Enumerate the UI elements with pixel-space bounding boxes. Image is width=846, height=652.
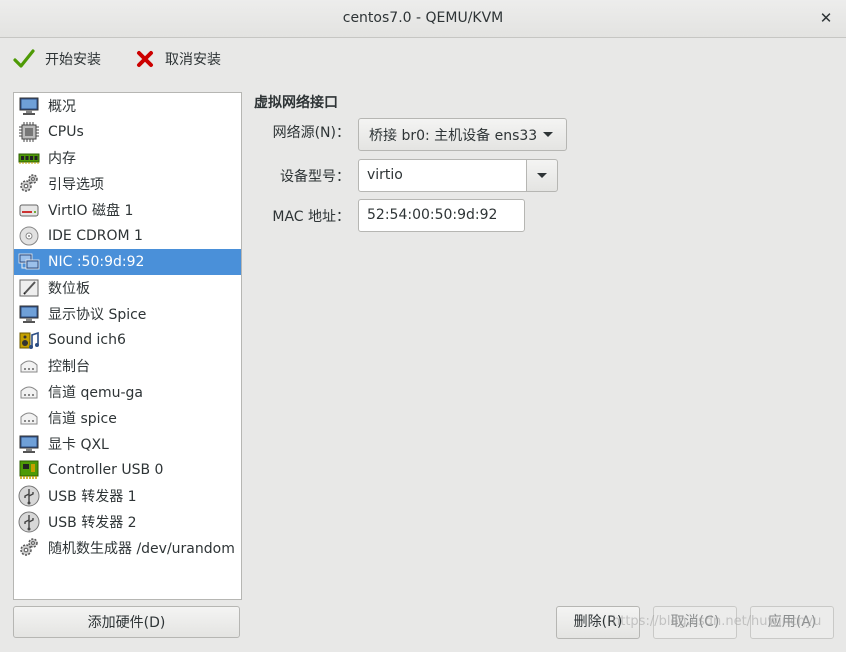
hardware-item-label: 信道 spice — [48, 411, 117, 427]
check-icon — [13, 49, 35, 68]
chevron-down-icon — [537, 173, 547, 178]
begin-install-label: 开始安装 — [45, 52, 101, 68]
mac-address-input[interactable]: 52:54:00:50:9d:92 — [358, 199, 525, 232]
cdrom-icon — [19, 226, 39, 246]
network-source-dropdown[interactable]: 桥接 br0: 主机设备 ens33 — [358, 118, 567, 151]
hardware-item-label: 信道 qemu-ga — [48, 385, 143, 401]
hardware-item-label: 概况 — [48, 99, 76, 115]
network-source-label: 网络源(N)： — [272, 125, 350, 141]
hardware-item-cpus[interactable]: CPUs — [14, 119, 241, 145]
hardware-item-console[interactable]: 控制台 — [14, 353, 241, 379]
pci-card-icon — [19, 460, 39, 479]
hardware-item-label: 随机数生成器 /dev/urandom — [48, 541, 235, 557]
hardware-item-channel-qemu-ga[interactable]: 信道 qemu-ga — [14, 379, 241, 405]
hardware-item-nic[interactable]: NIC :50:9d:92 — [14, 249, 241, 275]
add-hardware-button[interactable]: 添加硬件(D) — [13, 606, 240, 638]
hardware-item-usb-redirector-2[interactable]: USB 转发器 2 — [14, 509, 241, 535]
monitor-icon — [19, 97, 39, 115]
hardware-item-cdrom[interactable]: IDE CDROM 1 — [14, 223, 241, 249]
close-button[interactable]: ✕ — [816, 0, 836, 37]
cancel-install-button[interactable]: 取消安装 — [135, 47, 221, 71]
hardware-item-video[interactable]: 显卡 QXL — [14, 431, 241, 457]
hardware-item-label: Controller USB 0 — [48, 462, 164, 478]
tablet-icon — [19, 279, 39, 297]
hardware-item-label: NIC :50:9d:92 — [48, 254, 145, 270]
hardware-item-display[interactable]: 显示协议 Spice — [14, 301, 241, 327]
usb-icon — [18, 485, 40, 507]
monitor-icon — [19, 435, 39, 453]
hardware-item-label: USB 转发器 1 — [48, 489, 137, 505]
cpu-chip-icon — [19, 122, 39, 142]
hardware-item-usb-redirector-1[interactable]: USB 转发器 1 — [14, 483, 241, 509]
hardware-item-label: IDE CDROM 1 — [48, 228, 143, 244]
window-title: centos7.0 - QEMU/KVM — [342, 10, 504, 26]
hardware-item-label: 引导选项 — [48, 177, 104, 193]
serial-port-icon — [20, 412, 38, 425]
sound-icon — [19, 331, 39, 349]
hardware-item-label: USB 转发器 2 — [48, 515, 137, 531]
device-model-label: 设备型号： — [280, 169, 350, 185]
hardware-item-tablet[interactable]: 数位板 — [14, 275, 241, 301]
usb-icon — [18, 511, 40, 533]
hardware-item-label: 显示协议 Spice — [48, 307, 147, 323]
network-icon — [18, 253, 40, 270]
hardware-item-label: 数位板 — [48, 281, 90, 297]
hardware-item-channel-spice[interactable]: 信道 spice — [14, 405, 241, 431]
hardware-item-overview[interactable]: 概况 — [14, 93, 241, 119]
mac-address-label: MAC 地址： — [272, 209, 350, 225]
title-bar: centos7.0 - QEMU/KVM ✕ — [0, 0, 846, 38]
toolbar: 开始安装 取消安装 — [0, 38, 846, 80]
section-title: 虚拟网络接口 — [254, 95, 338, 111]
hardware-item-controller-usb[interactable]: Controller USB 0 — [14, 457, 241, 483]
hardware-item-label: 控制台 — [48, 359, 90, 375]
hardware-item-label: Sound ich6 — [48, 332, 126, 348]
hardware-item-label: 显卡 QXL — [48, 437, 109, 453]
hardware-list[interactable]: 概况 CPUs 内存 引导选项 VirtIO 磁盘 1 IDE CDROM 1 … — [13, 92, 242, 600]
red-x-icon — [137, 51, 153, 67]
network-source-value: 桥接 br0: 主机设备 ens33 — [369, 127, 538, 144]
gears-icon — [20, 538, 38, 556]
hardware-item-label: CPUs — [48, 124, 84, 140]
hardware-item-label: 内存 — [48, 151, 76, 167]
serial-port-icon — [20, 360, 38, 373]
cancel-install-label: 取消安装 — [165, 52, 221, 68]
hardware-item-rng[interactable]: 随机数生成器 /dev/urandom — [14, 535, 241, 561]
gears-icon — [20, 174, 38, 192]
watermark: https://blog.csdn.net/huwinchyu — [612, 614, 822, 629]
hardware-item-memory[interactable]: 内存 — [14, 145, 241, 171]
monitor-icon — [19, 305, 39, 323]
hardware-item-boot-options[interactable]: 引导选项 — [14, 171, 241, 197]
memory-stick-icon — [18, 153, 40, 164]
hardware-item-virtio-disk[interactable]: VirtIO 磁盘 1 — [14, 197, 241, 223]
serial-port-icon — [20, 386, 38, 399]
hardware-item-sound[interactable]: Sound ich6 — [14, 327, 241, 353]
chevron-down-icon — [543, 132, 554, 137]
device-model-input[interactable]: virtio — [358, 159, 527, 192]
begin-install-button[interactable]: 开始安装 — [13, 47, 101, 71]
hard-disk-icon — [19, 204, 39, 217]
hardware-item-label: VirtIO 磁盘 1 — [48, 203, 134, 219]
device-model-dropdown-button[interactable] — [526, 159, 558, 192]
